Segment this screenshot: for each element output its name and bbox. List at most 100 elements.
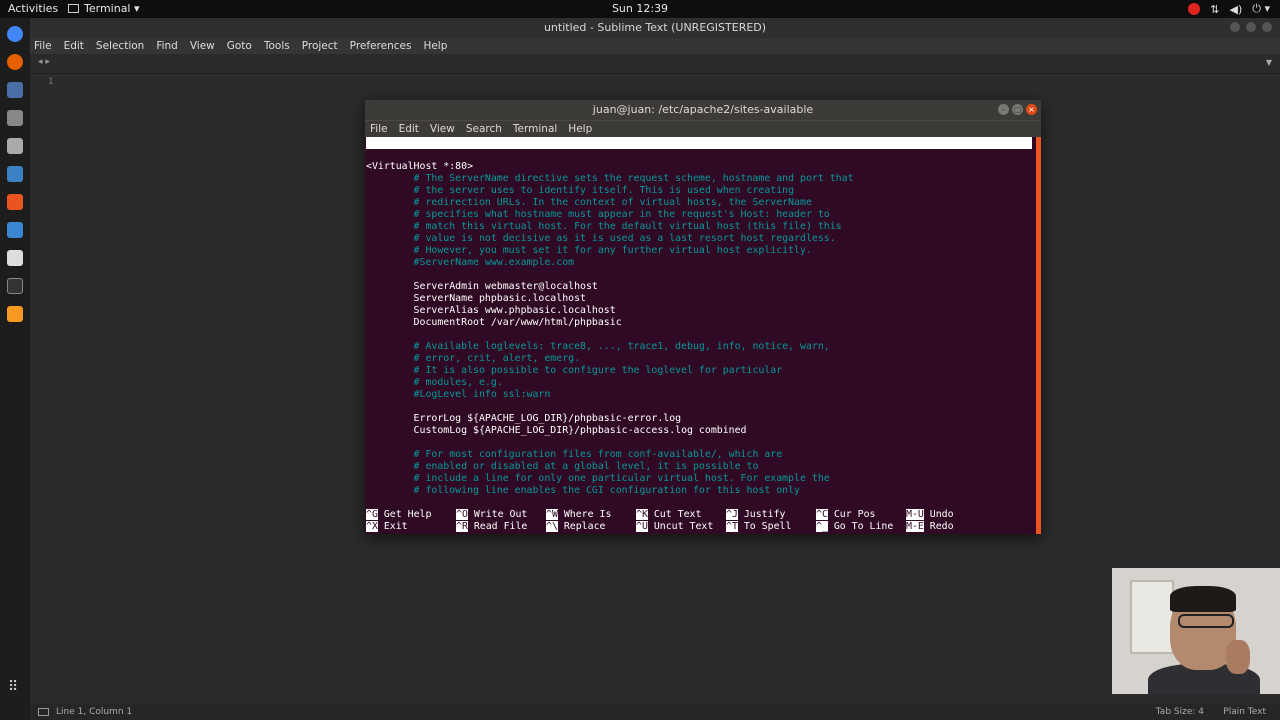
nano-shortcut-label: Read File <box>473 521 528 532</box>
nano-modified-status: Modified <box>972 173 1020 184</box>
terminal-menu-view[interactable]: View <box>430 123 455 135</box>
nano-shortcut-label: Cur Pos <box>833 509 876 520</box>
amazon-icon[interactable] <box>7 250 23 266</box>
sublime-menu-edit[interactable]: Edit <box>64 40 84 52</box>
disk-icon[interactable] <box>7 138 23 154</box>
tab-nav-arrows-icon[interactable]: ◂ ▸ <box>38 57 50 67</box>
sublime-window-title: untitled - Sublime Text (UNREGISTERED) <box>543 21 767 34</box>
maximize-icon[interactable]: □ <box>1012 104 1023 115</box>
nano-shortcut: ^G Get Help <box>366 509 431 521</box>
help-icon[interactable] <box>7 222 23 238</box>
tab-size[interactable]: Tab Size: 4 <box>1156 704 1204 720</box>
terminal-window-title: juan@juan: /etc/apache2/sites-available <box>592 103 814 116</box>
tab-overflow-icon[interactable]: ▼ <box>1266 58 1272 67</box>
nano-shortcut: ^J Justify <box>726 509 785 521</box>
nano-line: ServerName phpbasic.localhost <box>366 293 586 304</box>
show-applications-icon[interactable]: ⠿ <box>8 680 22 694</box>
terminal-menu-edit[interactable]: Edit <box>399 123 419 135</box>
nano-line: # specifies what hostname must appear in… <box>366 209 830 220</box>
nano-header: GNU nano 2.9.3 test.conf Modified <box>366 137 1032 184</box>
nano-shortcut-label: Redo <box>929 521 954 532</box>
sublime-menu-tools[interactable]: Tools <box>264 40 290 52</box>
sublime-menu-preferences[interactable]: Preferences <box>350 40 412 52</box>
nano-line: # the server uses to identify itself. Th… <box>366 185 795 196</box>
nano-shortcut-key: ^\ <box>546 521 558 532</box>
chrome-icon[interactable] <box>7 26 23 42</box>
sublime-menu-find[interactable]: Find <box>156 40 178 52</box>
nano-shortcut: ^X Exit <box>366 521 408 533</box>
nano-shortcut-key: ^U <box>636 521 648 532</box>
nano-line: # error, crit, alert, emerg. <box>366 353 581 364</box>
webcam-overlay <box>1112 568 1280 694</box>
nano-line: # The ServerName directive sets the requ… <box>366 173 854 184</box>
network-icon[interactable]: ⇅ <box>1210 3 1219 16</box>
nano-shortcut-label: To Spell <box>743 521 792 532</box>
nano-shortcut-key: ^X <box>366 521 378 532</box>
sublime-menu-file[interactable]: File <box>34 40 52 52</box>
nano-line: ServerAlias www.phpbasic.localhost <box>366 305 616 316</box>
nano-shortcut: ^\ Replace <box>546 521 605 533</box>
nano-line: # redirection URLs. In the context of vi… <box>366 197 812 208</box>
nano-line: # enabled or disabled at a global level,… <box>366 461 759 472</box>
syntax-mode[interactable]: Plain Text <box>1223 704 1266 720</box>
terminal-scrollbar[interactable] <box>1036 137 1041 534</box>
panel-toggle-icon[interactable] <box>38 708 49 716</box>
terminal-titlebar[interactable]: juan@juan: /etc/apache2/sites-available … <box>365 100 1041 120</box>
firefox-icon[interactable] <box>7 54 23 70</box>
recording-icon[interactable] <box>1188 3 1201 15</box>
sublime-menu-project[interactable]: Project <box>302 40 338 52</box>
nano-line: ServerAdmin webmaster@localhost <box>366 281 598 292</box>
maximize-icon[interactable] <box>1246 22 1256 32</box>
terminal-window: juan@juan: /etc/apache2/sites-available … <box>365 100 1041 534</box>
system-tray[interactable]: ⇅ ◀) ⏻ ▾ <box>1188 2 1270 16</box>
nano-line: DocumentRoot /var/www/html/phpbasic <box>366 317 622 328</box>
sublime-menu-goto[interactable]: Goto <box>227 40 252 52</box>
power-icon[interactable]: ⏻ ▾ <box>1252 2 1270 16</box>
nano-shortcut-label: Cut Text <box>653 509 702 520</box>
nano-line: # following line enables the CGI configu… <box>366 485 801 496</box>
sublime-icon[interactable] <box>7 306 23 322</box>
nano-shortcut-label: Replace <box>563 521 606 532</box>
terminal-menubar: File Edit View Search Terminal Help <box>365 120 1041 137</box>
terminal-icon[interactable] <box>7 278 23 294</box>
nano-shortcut: ^K Cut Text <box>636 509 701 521</box>
clock[interactable]: Sun 12:39 <box>0 2 1280 15</box>
nano-version: GNU nano 2.9.3 <box>378 149 462 160</box>
nano-shortcut-label: Write Out <box>473 509 528 520</box>
software-icon[interactable] <box>7 194 23 210</box>
terminal-menu-file[interactable]: File <box>370 123 388 135</box>
nano-shortcut: M-E Redo <box>906 521 954 533</box>
nano-line: ErrorLog ${APACHE_LOG_DIR}/phpbasic-erro… <box>366 413 682 424</box>
nano-shortcut: ^T To Spell <box>726 521 791 533</box>
nano-line: # modules, e.g. <box>366 377 503 388</box>
files-icon[interactable] <box>7 82 23 98</box>
archive-icon[interactable] <box>7 110 23 126</box>
sublime-menu-view[interactable]: View <box>190 40 215 52</box>
nano-shortcut: ^R Read File <box>456 521 527 533</box>
terminal-menu-help[interactable]: Help <box>568 123 592 135</box>
sublime-tabbar: ◂ ▸ ▼ <box>30 54 1280 74</box>
sublime-menu-selection[interactable]: Selection <box>96 40 144 52</box>
minimize-icon[interactable]: – <box>998 104 1009 115</box>
nano-shortcut-key: ^_ <box>816 521 828 532</box>
nano-shortcut: ^U Uncut Text <box>636 521 713 533</box>
webcam-person-hair <box>1170 586 1236 612</box>
close-icon[interactable] <box>1262 22 1272 32</box>
volume-icon[interactable]: ◀) <box>1230 3 1243 16</box>
sublime-titlebar[interactable]: untitled - Sublime Text (UNREGISTERED) <box>30 18 1280 38</box>
nano-shortcut: ^C Cur Pos <box>816 509 875 521</box>
sublime-menubar: File Edit Selection Find View Goto Tools… <box>30 38 1280 54</box>
nano-shortcut-label: Go To Line <box>833 521 894 532</box>
terminal-menu-search[interactable]: Search <box>466 123 502 135</box>
minimize-icon[interactable] <box>1230 22 1240 32</box>
close-icon[interactable]: × <box>1026 104 1037 115</box>
terminal-body[interactable]: GNU nano 2.9.3 test.conf Modified <Virtu… <box>365 137 1041 534</box>
nano-shortcut-key: ^K <box>636 509 648 520</box>
nano-shortcut-label: Where Is <box>563 509 612 520</box>
sublime-menu-help[interactable]: Help <box>423 40 447 52</box>
terminal-menu-terminal[interactable]: Terminal <box>513 123 557 135</box>
nano-line: # include a line for only one particular… <box>366 473 830 484</box>
nano-shortcut-key: ^J <box>726 509 738 520</box>
document-icon[interactable] <box>7 166 23 182</box>
nano-line: # Available loglevels: trace8, ..., trac… <box>366 341 830 352</box>
